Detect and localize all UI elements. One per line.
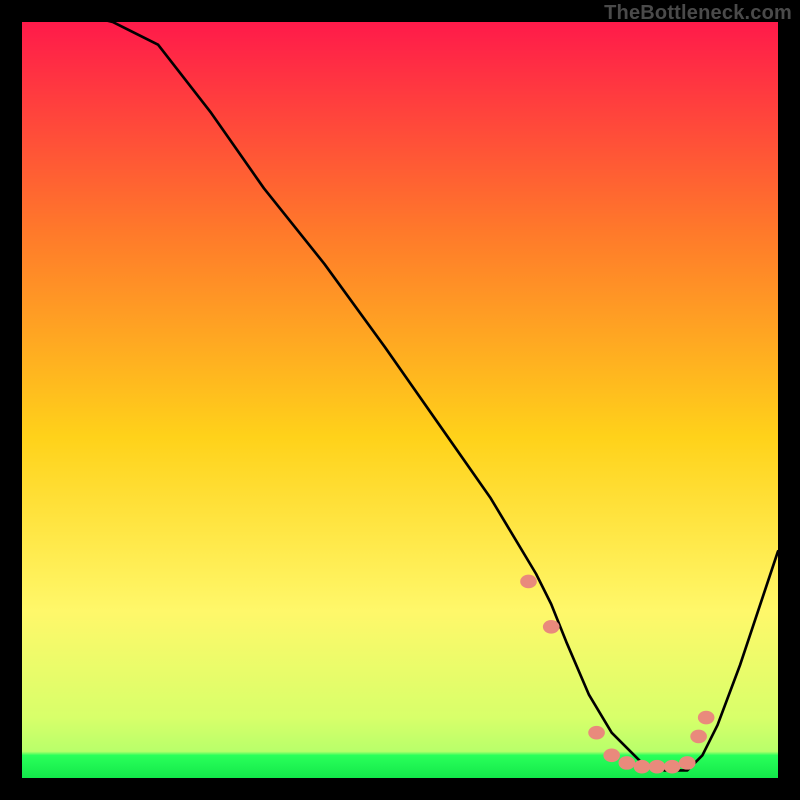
- chart-frame: TheBottleneck.com: [0, 0, 800, 800]
- highlight-marker: [634, 760, 651, 774]
- highlight-marker: [618, 756, 635, 770]
- plot-area: [22, 22, 778, 778]
- chart-svg: [22, 22, 778, 778]
- highlight-marker: [543, 620, 560, 634]
- highlight-marker: [603, 749, 620, 763]
- highlight-marker: [679, 756, 696, 770]
- highlight-marker: [649, 760, 666, 774]
- watermark-text: TheBottleneck.com: [604, 2, 792, 25]
- highlight-marker: [690, 730, 707, 744]
- highlight-marker: [588, 726, 605, 740]
- highlight-marker: [520, 575, 537, 589]
- gradient-background: [22, 22, 778, 778]
- highlight-marker: [664, 760, 681, 774]
- highlight-marker: [698, 711, 715, 725]
